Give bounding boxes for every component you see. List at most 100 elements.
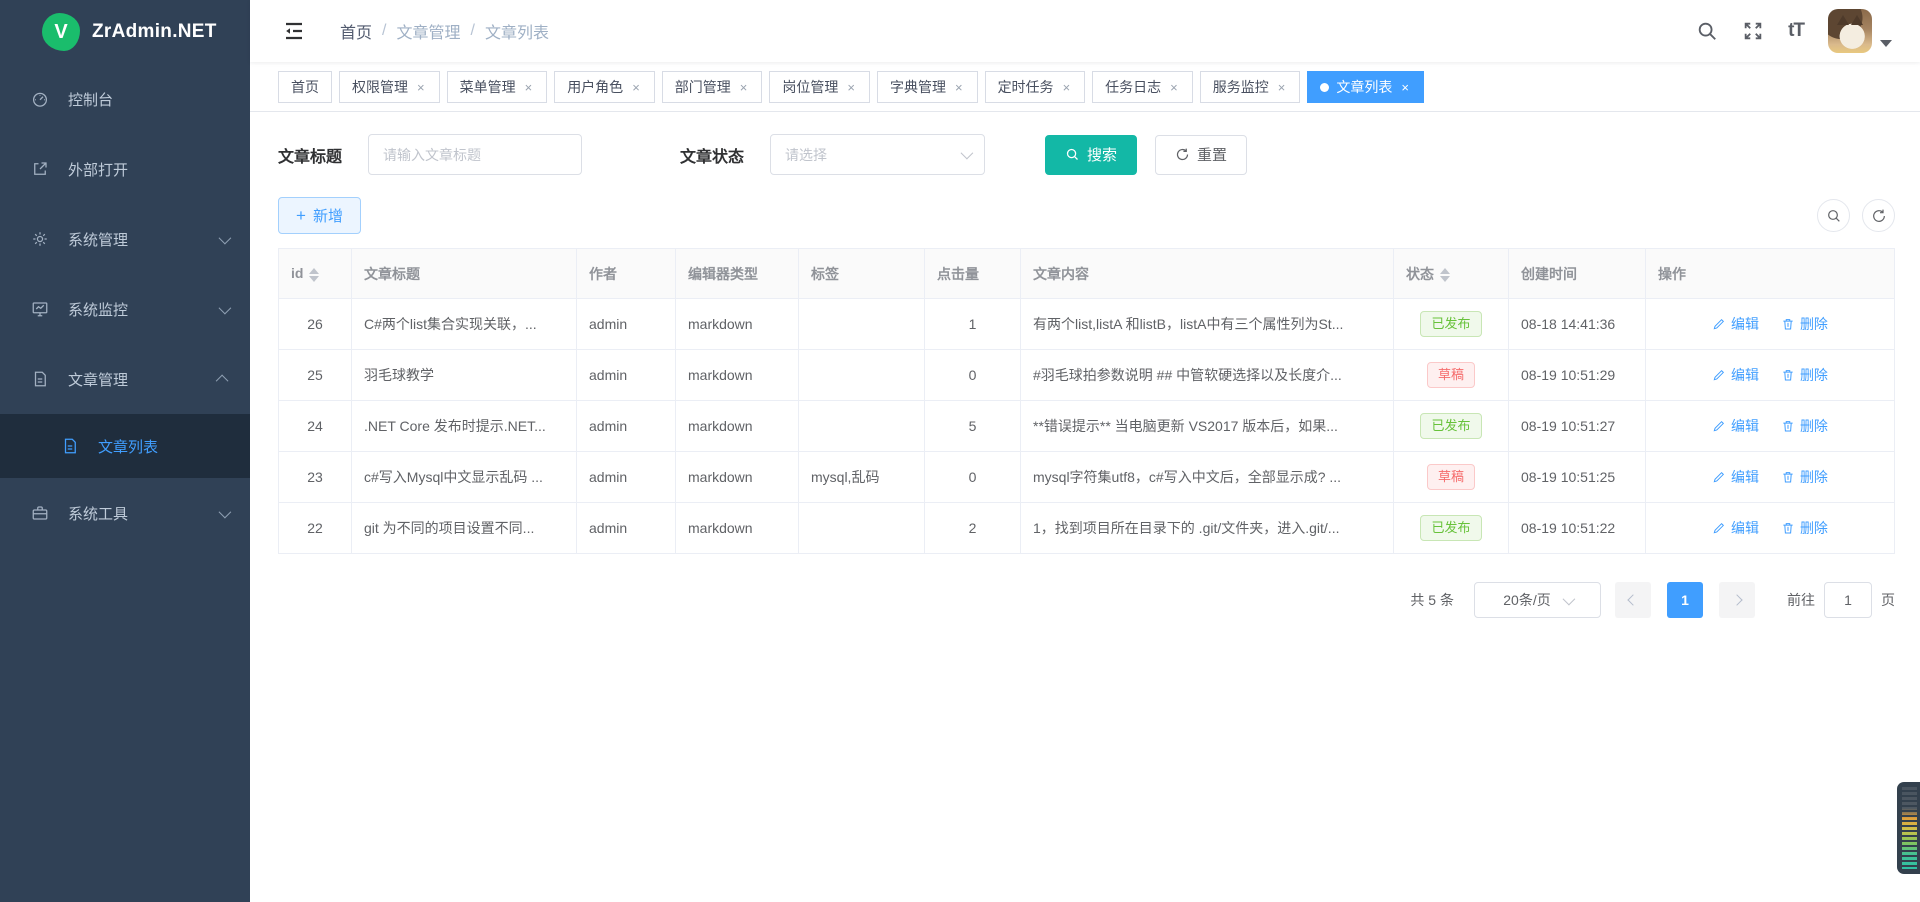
cell-tags: mysql,乱码 (799, 452, 925, 503)
pencil-icon (1712, 470, 1726, 484)
fullscreen-icon[interactable] (1742, 20, 1764, 42)
edit-button[interactable]: 编辑 (1712, 365, 1759, 385)
close-icon[interactable]: × (630, 80, 642, 95)
tab-article-list[interactable]: 文章列表× (1307, 71, 1424, 103)
gear-icon (30, 229, 50, 249)
pagination-goto: 前往 页 (1787, 582, 1895, 618)
next-page-button[interactable] (1719, 582, 1755, 618)
close-icon[interactable]: × (415, 80, 427, 95)
sidebar-item-system-management[interactable]: 系统管理 (0, 204, 250, 274)
tab-user-roles[interactable]: 用户角色× (554, 71, 655, 103)
prev-page-button[interactable] (1615, 582, 1651, 618)
article-status-select[interactable]: 请选择 (770, 134, 985, 175)
user-avatar[interactable] (1828, 9, 1872, 53)
tab-scheduled-tasks[interactable]: 定时任务× (985, 71, 1086, 103)
close-icon[interactable]: × (1168, 80, 1180, 95)
main-area: 首页 / 文章管理 / 文章列表 tT (250, 0, 1920, 902)
monitor-icon (30, 299, 50, 319)
pencil-icon (1712, 368, 1726, 382)
chevron-down-icon (219, 231, 232, 244)
show-search-toggle-button[interactable] (1817, 199, 1850, 232)
delete-button[interactable]: 删除 (1781, 314, 1828, 334)
close-icon[interactable]: × (523, 80, 535, 95)
close-icon[interactable]: × (845, 80, 857, 95)
search-icon[interactable] (1696, 20, 1718, 42)
tab-menu-management[interactable]: 菜单管理× (447, 71, 548, 103)
sidebar-item-system-monitor[interactable]: 系统监控 (0, 274, 250, 344)
tab-dict-management[interactable]: 字典管理× (877, 71, 978, 103)
tab-permission-management[interactable]: 权限管理× (339, 71, 440, 103)
font-size-icon[interactable]: tT (1788, 20, 1804, 42)
sidebar-item-article-management[interactable]: 文章管理 (0, 344, 250, 414)
column-header-clicks: 点击量 (925, 249, 1021, 299)
cell-created: 08-19 10:51:27 (1509, 401, 1646, 452)
user-menu[interactable] (1828, 9, 1892, 53)
delete-button[interactable]: 删除 (1781, 365, 1828, 385)
close-icon[interactable]: × (738, 80, 750, 95)
articles-table: id 文章标题 作者 编辑器类型 标签 点击量 文章内容 状态 创建时间 操作 (278, 248, 1895, 554)
tab-post-management[interactable]: 岗位管理× (769, 71, 870, 103)
edit-button[interactable]: 编辑 (1712, 314, 1759, 334)
cell-author: admin (577, 299, 676, 350)
page-size-select[interactable]: 20条/页 (1474, 582, 1601, 618)
tab-home[interactable]: 首页 (278, 71, 332, 103)
edit-button[interactable]: 编辑 (1712, 416, 1759, 436)
status-badge: 已发布 (1420, 311, 1481, 337)
sidebar-item-system-tools[interactable]: 系统工具 (0, 478, 250, 548)
cell-created: 08-19 10:51:29 (1509, 350, 1646, 401)
cell-clicks: 5 (925, 401, 1021, 452)
tab-service-monitor[interactable]: 服务监控× (1200, 71, 1301, 103)
refresh-table-button[interactable] (1862, 199, 1895, 232)
delete-button[interactable]: 删除 (1781, 467, 1828, 487)
close-icon[interactable]: × (1061, 80, 1073, 95)
cell-title: git 为不同的项目设置不同... (352, 503, 577, 554)
table-row: 25 羽毛球教学 admin markdown 0 #羽毛球拍参数说明 ## 中… (279, 350, 1895, 401)
page-content: 文章标题 文章状态 请选择 搜索 重置 + (250, 112, 1920, 902)
cell-content: 有两个list,listA 和listB，listA中有三个属性列为St... (1021, 299, 1394, 350)
cell-id: 26 (279, 299, 352, 350)
column-header-status[interactable]: 状态 (1394, 249, 1509, 299)
delete-button[interactable]: 删除 (1781, 518, 1828, 538)
article-title-input[interactable] (368, 134, 582, 175)
pencil-icon (1712, 317, 1726, 331)
status-badge: 已发布 (1420, 413, 1481, 439)
column-header-id[interactable]: id (279, 249, 352, 299)
column-header-actions: 操作 (1646, 249, 1895, 299)
sort-icon[interactable] (309, 268, 319, 282)
sidebar-menu: 控制台 外部打开 系统管理 系统监控 (0, 64, 250, 548)
cell-id: 24 (279, 401, 352, 452)
close-icon[interactable]: × (1399, 80, 1411, 95)
edit-button[interactable]: 编辑 (1712, 467, 1759, 487)
edit-button[interactable]: 编辑 (1712, 518, 1759, 538)
table-row: 22 git 为不同的项目设置不同... admin markdown 2 1，… (279, 503, 1895, 554)
reset-button[interactable]: 重置 (1155, 135, 1247, 175)
breadcrumb-separator: / (470, 22, 474, 40)
chevron-up-icon (216, 374, 229, 387)
close-icon[interactable]: × (1276, 80, 1288, 95)
column-header-author: 作者 (577, 249, 676, 299)
chevron-down-icon (219, 301, 232, 314)
table-row: 23 c#写入Mysql中文显示乱码 ... admin markdown my… (279, 452, 1895, 503)
column-header-editor-type: 编辑器类型 (676, 249, 799, 299)
sidebar-item-external-open[interactable]: 外部打开 (0, 134, 250, 204)
sidebar-item-label: 外部打开 (68, 159, 128, 180)
goto-page-input[interactable] (1824, 582, 1872, 618)
cell-tags (799, 503, 925, 554)
tab-task-logs[interactable]: 任务日志× (1092, 71, 1193, 103)
cell-content: #羽毛球拍参数说明 ## 中管软硬选择以及长度介... (1021, 350, 1394, 401)
sidebar-item-article-list[interactable]: 文章列表 (0, 414, 250, 478)
cell-editor-type: markdown (676, 299, 799, 350)
delete-button[interactable]: 删除 (1781, 416, 1828, 436)
sort-icon[interactable] (1440, 268, 1450, 282)
close-icon[interactable]: × (953, 80, 965, 95)
caret-down-icon (1880, 40, 1892, 47)
tab-department-management[interactable]: 部门管理× (662, 71, 763, 103)
sidebar-item-dashboard[interactable]: 控制台 (0, 64, 250, 134)
add-button[interactable]: + 新增 (278, 197, 361, 234)
trash-icon (1781, 317, 1795, 331)
page-number-button[interactable]: 1 (1667, 582, 1703, 618)
search-button[interactable]: 搜索 (1045, 135, 1137, 175)
app-title: ZrAdmin.NET (92, 21, 217, 43)
sidebar-collapse-button[interactable] (278, 15, 310, 47)
breadcrumb-home[interactable]: 首页 (340, 19, 372, 43)
